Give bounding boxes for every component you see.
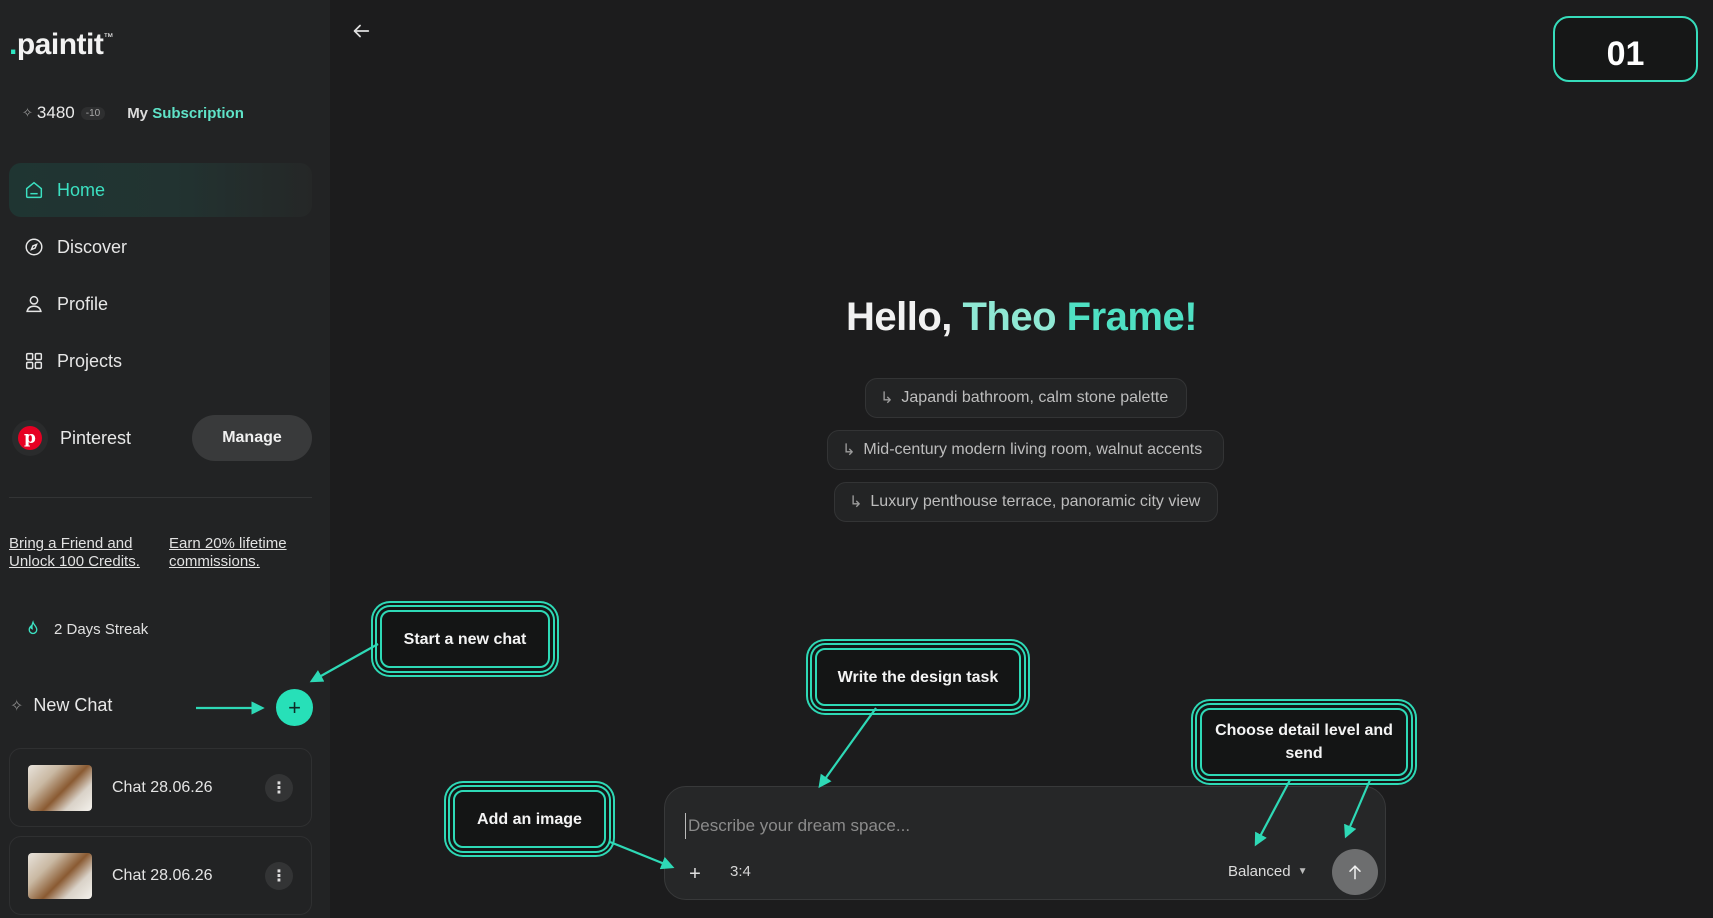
logo-text: paintit [16, 28, 104, 61]
main-nav: Home Discover Profile Projects [9, 163, 312, 391]
streak-label: 2 Days Streak [54, 620, 149, 638]
callout-write-design-task: Write the design task [815, 648, 1021, 706]
prompt-composer: + 3:4 Balanced ▼ [664, 786, 1386, 900]
compass-icon [25, 238, 43, 256]
pinterest-label: Pinterest [60, 427, 132, 448]
user-first-name: Theo [962, 295, 1057, 339]
home-icon [25, 181, 43, 199]
sparkle-icon: ✧ [22, 105, 33, 120]
affiliate-link[interactable]: Earn 20% lifetime commissions. [169, 535, 309, 571]
detail-level-select[interactable]: Balanced ▼ [1228, 863, 1307, 880]
pinterest-logo-icon: p [12, 420, 48, 456]
nav-label: Profile [57, 293, 109, 314]
step-number-badge: 01 [1553, 16, 1698, 82]
callout-add-image: Add an image [453, 790, 606, 848]
new-chat-row: ✧ New Chat [10, 695, 112, 716]
add-image-button[interactable]: + [683, 862, 707, 886]
return-arrow-icon: ↳ [880, 390, 894, 407]
manage-button[interactable]: Manage [192, 415, 312, 461]
more-options-icon[interactable]: ⋮ [265, 773, 293, 802]
nav-item-profile[interactable]: Profile [9, 277, 312, 331]
credits-count: 3480 [36, 103, 75, 122]
plus-icon: + [288, 694, 301, 720]
credits-row: ✧ 3480 -10 My Subscription [22, 103, 244, 123]
suggestion-chip[interactable]: ↳ Mid-century modern living room, walnut… [827, 430, 1224, 470]
user-last-name: Frame! [1066, 295, 1198, 339]
plus-icon: + [689, 862, 701, 885]
chat-title: Chat 28.06.26 [112, 866, 213, 884]
my-subscription-link[interactable]: My Subscription [127, 105, 244, 122]
chat-list-item[interactable]: Chat 28.06.26 ⋮ [9, 748, 312, 827]
nav-label: Home [57, 179, 106, 200]
chat-list-item[interactable]: Chat 28.06.26 ⋮ [9, 836, 312, 915]
sparkle-icon: ✧ [10, 697, 24, 715]
main-panel: 3480 01 Hello, Theo Frame! ↳ Japandi bat… [330, 0, 1713, 918]
back-arrow-icon[interactable] [350, 20, 372, 42]
return-arrow-icon: ↳ [849, 494, 863, 511]
credits-delta-badge: -10 [80, 106, 106, 120]
callout-start-new-chat: Start a new chat [380, 610, 550, 668]
grid-icon [25, 352, 43, 370]
aspect-ratio-selector[interactable]: 3:4 [730, 863, 751, 880]
more-options-icon[interactable]: ⋮ [265, 861, 293, 890]
referral-link[interactable]: Bring a Friend and Unlock 100 Credits. [9, 535, 159, 571]
flame-icon [28, 620, 38, 635]
suggestion-chip[interactable]: ↳ Japandi bathroom, calm stone palette [865, 378, 1187, 418]
chat-thumbnail [28, 764, 92, 811]
pinterest-integration: p Pinterest Manage [12, 415, 312, 461]
arrow-up-icon [1349, 865, 1361, 880]
callout-detail-and-send: Choose detail level and send [1200, 708, 1408, 776]
suggestion-chip[interactable]: ↳ Luxury penthouse terrace, panoramic ci… [834, 482, 1218, 522]
app-logo[interactable]: .paintit™ [9, 28, 113, 62]
new-chat-button[interactable]: + [276, 689, 313, 726]
trademark-mark: ™ [103, 32, 113, 43]
chat-thumbnail [28, 852, 92, 899]
nav-label: Discover [57, 236, 128, 257]
streak-indicator: 2 Days Streak [24, 620, 148, 638]
prompt-input[interactable] [685, 813, 1205, 839]
user-icon [26, 295, 42, 313]
chevron-down-icon: ▼ [1297, 866, 1308, 877]
sidebar: .paintit™ ✧ 3480 -10 My Subscription Hom… [0, 0, 330, 918]
new-chat-label: New Chat [33, 695, 113, 715]
nav-label: Projects [57, 350, 123, 371]
nav-item-home[interactable]: Home [9, 163, 312, 217]
chat-title: Chat 28.06.26 [112, 778, 213, 796]
nav-item-discover[interactable]: Discover [9, 220, 312, 274]
nav-item-projects[interactable]: Projects [9, 334, 312, 388]
send-button[interactable] [1332, 849, 1378, 895]
sidebar-divider [9, 497, 312, 498]
return-arrow-icon: ↳ [842, 442, 856, 459]
greeting-heading: Hello, Theo Frame! [845, 295, 1198, 339]
